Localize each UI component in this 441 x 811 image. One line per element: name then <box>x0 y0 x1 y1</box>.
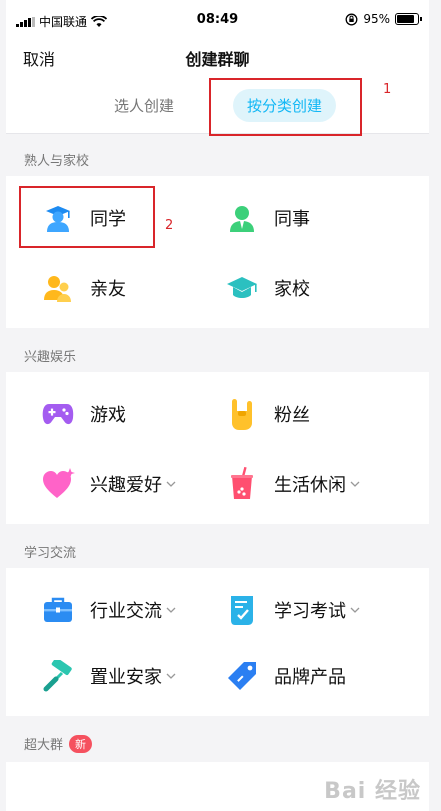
briefcase-icon <box>40 592 76 628</box>
category-label: 兴趣爱好 <box>90 475 162 496</box>
status-bar: 中国联通 08:49 95% <box>6 0 429 40</box>
annotation-box-2 <box>19 186 155 248</box>
bubble-tea-icon <box>224 466 260 502</box>
category-exams[interactable]: 学习考试 <box>224 590 360 630</box>
exam-paper-icon <box>224 592 260 628</box>
category-label: 置业安家 <box>90 667 162 688</box>
category-games[interactable]: 游戏 <box>40 394 126 434</box>
category-label: 粉丝 <box>274 405 310 426</box>
category-label: 游戏 <box>90 405 126 426</box>
section-header-entertainment: 兴趣娱乐 <box>6 330 429 374</box>
tab-select-people[interactable]: 选人创建 <box>114 95 174 116</box>
category-lifestyle[interactable]: 生活休闲 <box>224 464 360 504</box>
category-label: 行业交流 <box>90 601 162 622</box>
category-colleague[interactable]: 同事 <box>224 198 310 238</box>
rock-hand-icon <box>224 396 260 432</box>
category-label: 品牌产品 <box>274 667 346 688</box>
battery-percent: 95% <box>363 12 390 26</box>
category-label: 学习考试 <box>274 601 346 622</box>
annotation-number-2: 2 <box>165 218 174 233</box>
gamepad-icon <box>40 396 76 432</box>
super-group-header: 超大群新 <box>24 734 93 754</box>
section-title: 兴趣娱乐 <box>24 350 77 365</box>
chevron-down-icon <box>166 481 176 487</box>
annotation-box-1 <box>209 78 362 136</box>
battery-icon <box>395 13 422 25</box>
category-label: 家校 <box>274 279 310 300</box>
colleague-icon <box>224 200 260 236</box>
orientation-lock-icon <box>345 13 358 25</box>
chevron-down-icon <box>350 481 360 487</box>
section-header-acquaintance: 熟人与家校 <box>6 134 429 178</box>
mortarboard-icon <box>224 270 260 306</box>
chevron-down-icon <box>166 607 176 613</box>
category-home-school[interactable]: 家校 <box>224 268 310 308</box>
category-fans[interactable]: 粉丝 <box>224 394 310 434</box>
section-title: 学习交流 <box>24 546 77 561</box>
section-title: 熟人与家校 <box>24 154 90 169</box>
watermark-logo: Bai 经验 <box>324 779 421 804</box>
category-label: 亲友 <box>90 279 126 300</box>
heart-sparkle-icon <box>40 466 76 502</box>
new-badge: 新 <box>69 735 93 753</box>
category-label: 生活休闲 <box>274 475 346 496</box>
category-hobbies[interactable]: 兴趣爱好 <box>40 464 176 504</box>
family-icon <box>40 270 76 306</box>
page-title: 创建群聊 <box>185 50 250 69</box>
section-card-learning: 行业交流 学习考试 置业安家 品牌产品 <box>6 568 429 716</box>
price-tag-icon <box>224 658 260 694</box>
section-header-super-group[interactable]: 超大群新 <box>6 718 429 762</box>
category-label: 同事 <box>274 209 310 230</box>
annotation-number-1: 1 <box>383 82 392 97</box>
chevron-down-icon <box>166 673 176 679</box>
super-group-title: 超大群 <box>24 738 64 753</box>
screen: 中国联通 08:49 95% 取消 创建群聊 选人创建 按分类创建 熟人与家校 … <box>6 0 429 811</box>
nav-bar: 取消 创建群聊 <box>6 40 429 75</box>
category-industry[interactable]: 行业交流 <box>40 590 176 630</box>
category-real-estate[interactable]: 置业安家 <box>40 656 176 696</box>
category-friends-family[interactable]: 亲友 <box>40 268 126 308</box>
status-right: 95% <box>345 12 422 26</box>
section-card-entertainment: 游戏 粉丝 兴趣爱好 生活休闲 <box>6 372 429 524</box>
paint-roller-icon <box>40 658 76 694</box>
section-header-learning: 学习交流 <box>6 526 429 570</box>
chevron-down-icon <box>350 607 360 613</box>
category-brands[interactable]: 品牌产品 <box>224 656 346 696</box>
